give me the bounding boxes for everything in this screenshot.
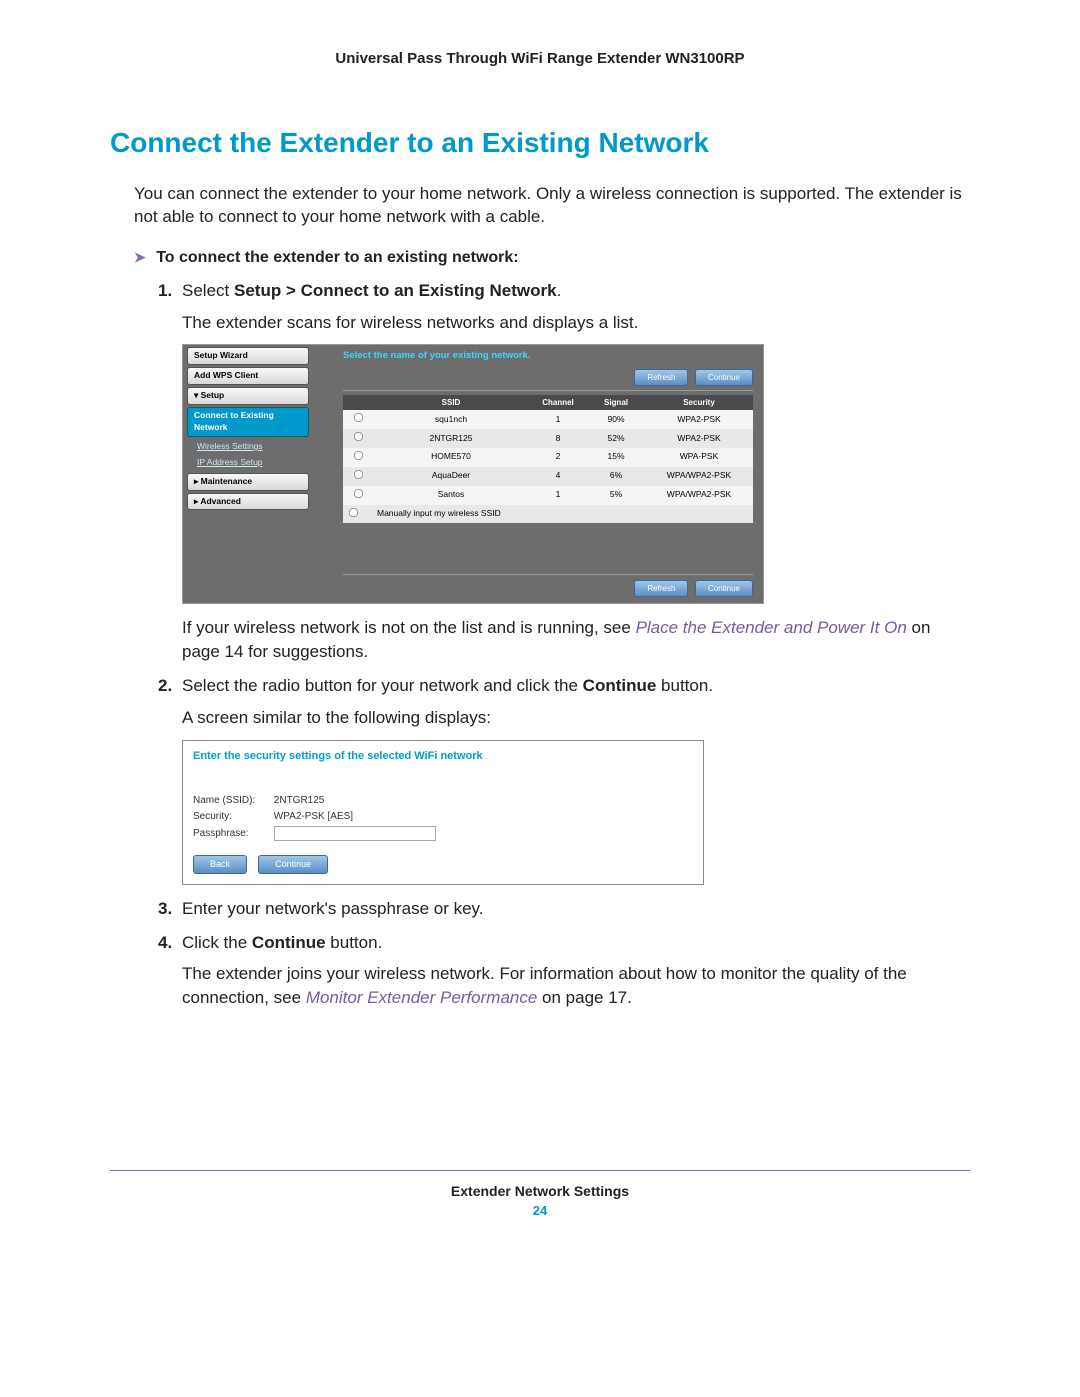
- cell-ssid: squ1nch: [373, 410, 529, 429]
- passphrase-label: Passphrase:: [193, 827, 271, 841]
- manual-ssid-label: Manually input my wireless SSID: [373, 505, 753, 524]
- cell-signal: 15%: [587, 448, 645, 467]
- passphrase-input[interactable]: [274, 826, 436, 841]
- task-heading: ➤ To connect the extender to an existing…: [134, 249, 970, 267]
- col-signal: Signal: [587, 395, 645, 410]
- security-settings-screenshot: Enter the security settings of the selec…: [182, 740, 704, 885]
- name-value: 2NTGR125: [274, 795, 325, 806]
- security-value: WPA2-PSK [AES]: [274, 811, 353, 822]
- cell-signal: 5%: [587, 486, 645, 505]
- footer-title: Extender Network Settings: [110, 1183, 970, 1199]
- name-row: Name (SSID): 2NTGR125: [193, 794, 693, 808]
- step-1: Select Setup > Connect to an Existing Ne…: [158, 279, 970, 664]
- network-radio[interactable]: [353, 451, 362, 460]
- task-heading-text: To connect the extender to an existing n…: [156, 249, 518, 266]
- cell-channel: 2: [529, 448, 587, 467]
- step-1-after-text: If your wireless network is not on the l…: [182, 616, 970, 664]
- continue-button-top[interactable]: Continue: [695, 369, 753, 386]
- step-4-sub: The extender joins your wireless network…: [182, 962, 970, 1010]
- passphrase-row: Passphrase:: [193, 826, 693, 841]
- table-row: AquaDeer 4 6% WPA/WPA2-PSK: [343, 467, 753, 486]
- sidebar-wireless-settings[interactable]: Wireless Settings: [183, 439, 313, 455]
- cell-channel: 4: [529, 467, 587, 486]
- cell-channel: 8: [529, 429, 587, 448]
- cell-security: WPA/WPA2-PSK: [645, 486, 753, 505]
- network-radio[interactable]: [353, 413, 362, 422]
- section-title: Connect the Extender to an Existing Netw…: [110, 127, 970, 159]
- monitor-performance-link[interactable]: Monitor Extender Performance: [306, 988, 538, 1007]
- cell-ssid: AquaDeer: [373, 467, 529, 486]
- cell-ssid: Santos: [373, 486, 529, 505]
- step-3-text: Enter your network's passphrase or key.: [182, 899, 484, 918]
- cell-security: WPA2-PSK: [645, 410, 753, 429]
- sidebar: Setup Wizard Add WPS Client ▾ Setup Conn…: [183, 345, 313, 603]
- cell-ssid: HOME570: [373, 448, 529, 467]
- back-button[interactable]: Back: [193, 855, 247, 874]
- cell-security: WPA/WPA2-PSK: [645, 467, 753, 486]
- intro-paragraph: You can connect the extender to your hom…: [134, 183, 970, 229]
- cell-signal: 6%: [587, 467, 645, 486]
- manual-ssid-radio[interactable]: [349, 508, 358, 517]
- sidebar-connect-existing[interactable]: Connect to Existing Network: [187, 407, 309, 437]
- continue-button[interactable]: Continue: [258, 855, 328, 874]
- table-row: squ1nch 1 90% WPA2-PSK: [343, 410, 753, 429]
- step-4-sub-b: on page 17.: [537, 988, 632, 1007]
- sidebar-setup-wizard[interactable]: Setup Wizard: [187, 347, 309, 365]
- step-1-text-suffix: .: [557, 281, 562, 300]
- security-row: Security: WPA2-PSK [AES]: [193, 810, 693, 824]
- cell-security: WPA-PSK: [645, 448, 753, 467]
- refresh-button-bottom[interactable]: Refresh: [634, 580, 688, 597]
- sidebar-ip-address-setup[interactable]: IP Address Setup: [183, 455, 313, 471]
- step-3: Enter your network's passphrase or key.: [158, 897, 970, 921]
- step-2: Select the radio button for your network…: [158, 674, 970, 885]
- step-1-text-prefix: Select: [182, 281, 234, 300]
- cell-security: WPA2-PSK: [645, 429, 753, 448]
- table-row: HOME570 2 15% WPA-PSK: [343, 448, 753, 467]
- cell-signal: 52%: [587, 429, 645, 448]
- arrow-icon: ➤: [134, 249, 146, 265]
- sidebar-advanced[interactable]: ▸ Advanced: [187, 493, 309, 511]
- footer-page-number: 24: [110, 1203, 970, 1218]
- network-table: SSID Channel Signal Security squ1nch 1: [343, 395, 753, 524]
- sidebar-add-wps-client[interactable]: Add WPS Client: [187, 367, 309, 385]
- table-row: 2NTGR125 8 52% WPA2-PSK: [343, 429, 753, 448]
- sidebar-maintenance[interactable]: ▸ Maintenance: [187, 473, 309, 491]
- cell-channel: 1: [529, 486, 587, 505]
- col-security: Security: [645, 395, 753, 410]
- cell-ssid: 2NTGR125: [373, 429, 529, 448]
- select-network-prompt: Select the name of your existing network…: [343, 349, 753, 362]
- network-radio[interactable]: [353, 489, 362, 498]
- sidebar-setup[interactable]: ▾ Setup: [187, 387, 309, 405]
- continue-button-bottom[interactable]: Continue: [695, 580, 753, 597]
- document-header: Universal Pass Through WiFi Range Extend…: [110, 50, 970, 67]
- network-list-screenshot: Setup Wizard Add WPS Client ▾ Setup Conn…: [182, 344, 764, 604]
- step-2-sub: A screen similar to the following displa…: [182, 706, 970, 730]
- step-2-b: Continue: [583, 676, 657, 695]
- manual-ssid-row: Manually input my wireless SSID: [343, 505, 753, 524]
- footer-rule: [110, 1170, 970, 1171]
- security-label: Security:: [193, 810, 271, 824]
- network-radio[interactable]: [353, 432, 362, 441]
- step-4: Click the Continue button. The extender …: [158, 931, 970, 1010]
- cell-channel: 1: [529, 410, 587, 429]
- step-2-a: Select the radio button for your network…: [182, 676, 583, 695]
- col-channel: Channel: [529, 395, 587, 410]
- step-4-c: button.: [326, 933, 383, 952]
- name-label: Name (SSID):: [193, 794, 271, 808]
- refresh-button-top[interactable]: Refresh: [634, 369, 688, 386]
- step-1-after-a: If your wireless network is not on the l…: [182, 618, 636, 637]
- cell-signal: 90%: [587, 410, 645, 429]
- step-2-c: button.: [656, 676, 713, 695]
- place-extender-link[interactable]: Place the Extender and Power It On: [636, 618, 907, 637]
- table-row: Santos 1 5% WPA/WPA2-PSK: [343, 486, 753, 505]
- step-1-sub: The extender scans for wireless networks…: [182, 311, 970, 335]
- security-prompt: Enter the security settings of the selec…: [193, 749, 693, 764]
- step-4-a: Click the: [182, 933, 252, 952]
- network-radio[interactable]: [353, 470, 362, 479]
- step-4-b: Continue: [252, 933, 326, 952]
- col-ssid: SSID: [373, 395, 529, 410]
- step-1-menu-path: Setup > Connect to an Existing Network: [234, 281, 557, 300]
